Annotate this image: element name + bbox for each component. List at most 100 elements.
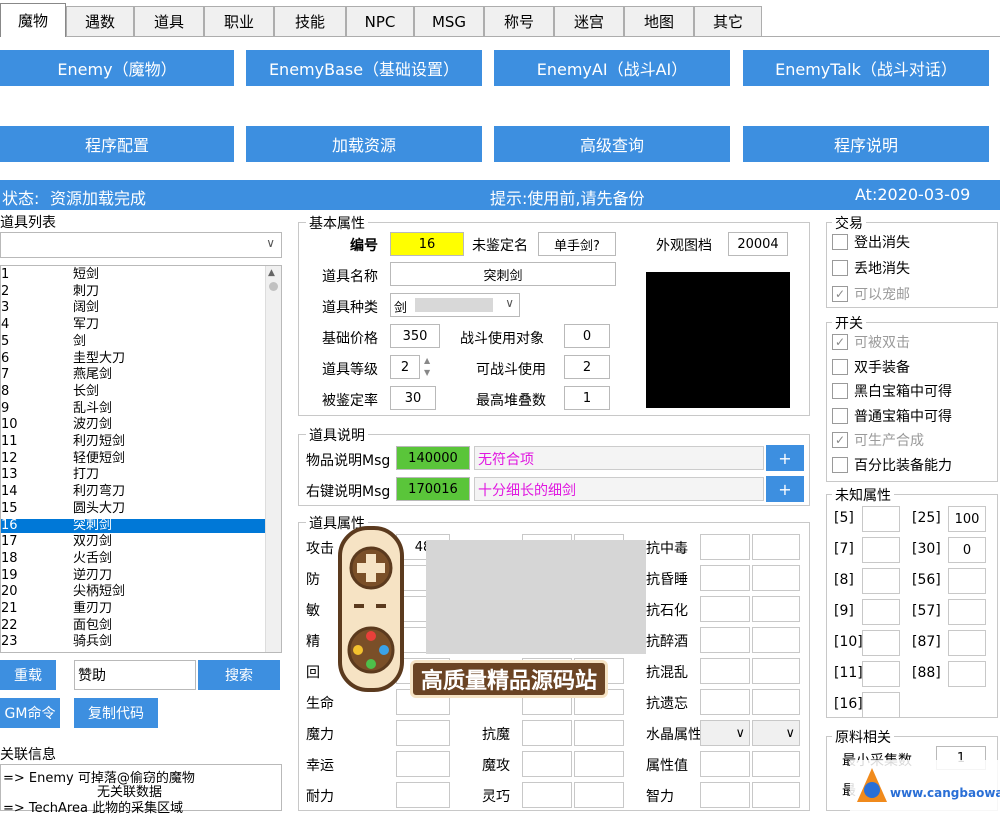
attribute-field[interactable] <box>574 720 624 746</box>
crystal-select-2[interactable]: ∨ <box>752 720 800 746</box>
add-item-desc-button[interactable]: + <box>766 445 804 471</box>
enemy-button[interactable]: Enemy（魔物） <box>0 50 234 86</box>
copy-code-button[interactable]: 复制代码 <box>74 698 158 728</box>
attribute-field[interactable] <box>396 720 450 746</box>
search-input[interactable]: 赞助 <box>74 660 196 690</box>
checkbox-switch-2[interactable]: 双手装备 <box>832 357 910 377</box>
attribute-field[interactable] <box>700 751 750 777</box>
attribute-field[interactable] <box>752 534 800 560</box>
tab-9[interactable]: 迷宫 <box>554 6 624 36</box>
item-name-field[interactable]: 突刺剑 <box>390 262 616 286</box>
program-config-button[interactable]: 程序配置 <box>0 126 234 162</box>
tab-7[interactable]: MSG <box>414 6 484 36</box>
list-item[interactable]: 8 长剑 <box>1 384 267 400</box>
unidentified-name-field[interactable]: 单手剑? <box>538 232 616 256</box>
attribute-field[interactable] <box>752 627 800 653</box>
list-item[interactable]: 11 利刃短剑 <box>1 434 267 450</box>
list-item[interactable]: 20 尖柄短剑 <box>1 585 267 600</box>
checkbox-trade-3[interactable]: ✓ 可以宠邮 <box>832 284 910 304</box>
tab-4[interactable]: 职业 <box>204 6 274 36</box>
attribute-field[interactable] <box>752 689 800 715</box>
list-item[interactable]: 5剑 <box>1 334 267 350</box>
attribute-field[interactable] <box>574 782 624 808</box>
unknown-attr-field[interactable] <box>862 568 900 594</box>
attribute-field[interactable] <box>574 751 624 777</box>
unknown-attr-field[interactable] <box>948 568 986 594</box>
attribute-field[interactable] <box>522 782 572 808</box>
search-button[interactable]: 搜索 <box>198 660 280 690</box>
battle-usable-field[interactable]: 2 <box>564 355 610 379</box>
base-price-field[interactable]: 350 <box>390 324 440 348</box>
list-item[interactable]: 3 阔剑 <box>1 301 267 316</box>
list-item[interactable]: 9 乱斗剑 <box>1 401 267 417</box>
unknown-attr-field[interactable] <box>862 537 900 563</box>
list-item[interactable]: 14 利刃弯刀 <box>1 485 267 500</box>
attribute-field[interactable] <box>522 751 572 777</box>
max-stack-field[interactable]: 1 <box>564 386 610 410</box>
item-list[interactable]: 1 短剑 2 刺刀 3 阔剑 4 军刀 5 剑 6 圭型大刀 7 燕尾剑 8 长剑 9 乱斗剑 10 波刃剑 11 利刃短… <box>0 265 282 653</box>
list-item[interactable]: 15 圆头大刀 <box>1 501 267 517</box>
tab-2[interactable]: 遇数 <box>66 6 134 36</box>
attribute-field[interactable] <box>700 782 750 808</box>
unknown-attr-field[interactable] <box>948 599 986 625</box>
list-item[interactable]: 19 逆刃刀 <box>1 568 267 584</box>
tab-1[interactable]: 魔物 <box>0 3 66 37</box>
attribute-field[interactable] <box>700 627 750 653</box>
list-item[interactable]: 21 重刃刀 <box>1 601 267 617</box>
level-stepper-icon[interactable]: ▲ ▼ <box>424 355 430 379</box>
item-level-field[interactable]: 2 <box>390 355 420 379</box>
tab-10[interactable]: 地图 <box>624 6 694 36</box>
scroll-up-icon[interactable]: ▲ <box>268 268 275 278</box>
list-scrollbar[interactable]: ▲ <box>265 266 281 652</box>
enemy-ai-button[interactable]: EnemyAI（战斗AI） <box>494 50 730 86</box>
attribute-field[interactable] <box>752 751 800 777</box>
tab-3[interactable]: 道具 <box>134 6 204 36</box>
unknown-attr-field[interactable] <box>862 661 900 687</box>
list-item[interactable]: 1 短剑 <box>1 267 267 283</box>
unknown-attr-field[interactable] <box>948 630 986 656</box>
checkbox-switch-1[interactable]: ✓ 可被双击 <box>832 332 910 352</box>
unknown-attr-field[interactable]: 0 <box>948 537 986 563</box>
load-resources-button[interactable]: 加载资源 <box>246 126 482 162</box>
list-item[interactable]: 18 火舌剑 <box>1 551 267 567</box>
battle-target-field[interactable]: 0 <box>564 324 610 348</box>
crystal-select-1[interactable]: ∨ <box>700 720 750 746</box>
attribute-field[interactable] <box>752 565 800 591</box>
unknown-attr-field[interactable] <box>862 599 900 625</box>
checkbox-switch-4[interactable]: 普通宝箱中可得 <box>832 406 952 426</box>
attribute-field[interactable] <box>700 565 750 591</box>
id-field[interactable]: 16 <box>390 232 464 256</box>
unknown-attr-field[interactable] <box>948 661 986 687</box>
attribute-field[interactable] <box>700 534 750 560</box>
checkbox-switch-5[interactable]: ✓ 可生产合成 <box>832 430 924 450</box>
enemy-base-button[interactable]: EnemyBase（基础设置） <box>246 50 482 86</box>
list-item[interactable]: 6 圭型大刀 <box>1 351 267 367</box>
related-list[interactable]: => Enemy 可掉落@偷窃的魔物 无关联数据 => TechArea 此物的… <box>0 764 282 816</box>
attribute-field[interactable] <box>700 658 750 684</box>
rightclick-desc-msg-id[interactable]: 170016 <box>396 477 470 501</box>
rightclick-desc-text[interactable]: 十分细长的细剑 <box>474 477 764 501</box>
attribute-field[interactable] <box>700 596 750 622</box>
tab-8[interactable]: 称号 <box>484 6 554 36</box>
enemy-talk-button[interactable]: EnemyTalk（战斗对话） <box>743 50 989 86</box>
tab-6[interactable]: NPC <box>346 6 414 36</box>
attribute-field[interactable] <box>752 658 800 684</box>
item-desc-text[interactable]: 无符合项 <box>474 446 764 470</box>
unknown-attr-field[interactable] <box>862 692 900 718</box>
gm-command-button[interactable]: GM命令 <box>0 698 60 728</box>
list-item[interactable]: 13 打刀 <box>1 468 267 483</box>
item-list-filter-select[interactable]: ∨ <box>0 232 282 258</box>
unknown-attr-field[interactable] <box>862 506 900 532</box>
list-item[interactable]: 17 双刃剑 <box>1 535 267 550</box>
attribute-field[interactable] <box>752 596 800 622</box>
appearance-field[interactable]: 20004 <box>728 232 788 256</box>
checkbox-switch-3[interactable]: 黑白宝箱中可得 <box>832 381 952 401</box>
appraise-rate-field[interactable]: 30 <box>390 386 436 410</box>
program-help-button[interactable]: 程序说明 <box>743 126 989 162</box>
attribute-field[interactable] <box>700 689 750 715</box>
unknown-attr-field[interactable]: 100 <box>948 506 986 532</box>
list-item[interactable]: 7 燕尾剑 <box>1 368 267 383</box>
list-item[interactable]: 4 军刀 <box>1 318 267 333</box>
checkbox-trade-1[interactable]: 登出消失 <box>832 232 910 252</box>
attribute-field[interactable] <box>396 751 450 777</box>
